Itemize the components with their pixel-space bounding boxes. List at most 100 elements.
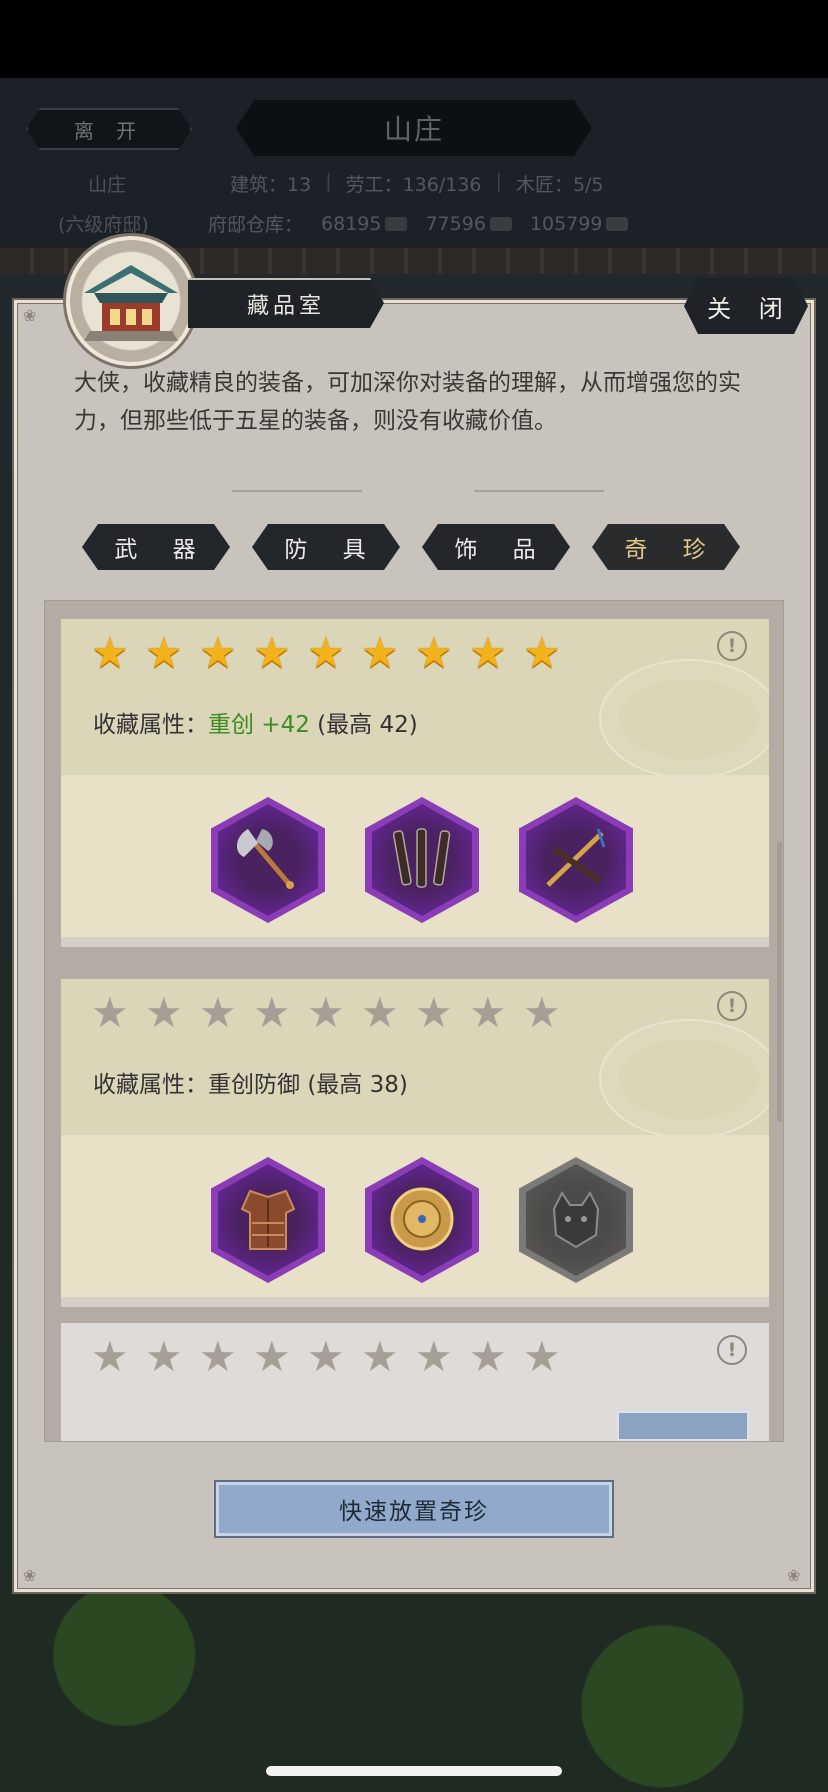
close-button[interactable]: 关 闭 (684, 278, 808, 334)
card-action-button[interactable] (617, 1411, 749, 1441)
estate-name: 山庄 (88, 170, 126, 197)
info-icon[interactable]: ! (717, 1335, 747, 1365)
star-icon: ★ (145, 988, 183, 1037)
collection-attribute: 收藏属性：重创防御 (最高 38) (93, 1065, 408, 1099)
attr-prefix: 收藏属性： (93, 1072, 208, 1098)
armor-icon (240, 1189, 296, 1250)
star-icon: ★ (361, 988, 399, 1037)
star-rating: ★ ★ ★ ★ ★ ★ ★ ★ ★ (91, 988, 561, 1037)
list-scrollbar[interactable] (777, 842, 782, 1122)
storehouse-label: 府邸仓库： (208, 214, 304, 236)
item-slot[interactable] (211, 797, 325, 923)
collection-card-header: ★ ★ ★ ★ ★ ★ ★ ★ ★ ! 收藏属性：重创防御 (最高 38) (61, 979, 769, 1135)
stone-icon (606, 217, 629, 231)
attr-value: 重创防御 (208, 1072, 300, 1098)
corner-ornament: ❀ (23, 306, 37, 325)
iron-icon (489, 217, 512, 231)
item-slot[interactable] (365, 797, 479, 923)
star-icon: ★ (469, 988, 507, 1037)
star-icon: ★ (307, 628, 345, 677)
tab-accessories[interactable]: 饰 品 (422, 524, 570, 570)
crossed-swords-icon (546, 828, 606, 887)
storehouse-resources: 府邸仓库： 68195 77596 105799 (208, 210, 629, 237)
attr-max: (最高 38) (307, 1072, 408, 1098)
star-icon: ★ (415, 1332, 453, 1381)
corner-ornament: ❀ (23, 1566, 37, 1585)
divider-ornament (474, 478, 604, 492)
estate-level: (六级府邸) (58, 210, 149, 237)
star-icon: ★ (361, 1332, 399, 1381)
star-icon: ★ (199, 988, 237, 1037)
star-icon: ★ (91, 988, 129, 1037)
star-icon: ★ (415, 988, 453, 1037)
star-icon: ★ (145, 1332, 183, 1381)
star-icon: ★ (523, 988, 561, 1037)
nunchaku-icon (392, 828, 451, 888)
corner-ornament: ❀ (787, 1566, 801, 1585)
collection-card: ★ ★ ★ ★ ★ ★ ★ ★ ★ ! 收藏属性：重创防御 (最高 38) (61, 979, 769, 1307)
stat-carpenters: 木匠：5/5 (515, 174, 604, 196)
attr-max: (最高 42) (317, 712, 418, 738)
collection-list[interactable]: ★ ★ ★ ★ ★ ★ ★ ★ ★ ! 收藏属性：重创 +42 (最高 42) (44, 600, 784, 1442)
star-icon: ★ (523, 1332, 561, 1381)
tab-treasures[interactable]: 奇 珍 (592, 524, 740, 570)
star-icon: ★ (199, 1332, 237, 1381)
estate-level-label: (六级府邸) (58, 214, 149, 236)
collection-card-header: ★ ★ ★ ★ ★ ★ ★ ★ ★ ! 收藏属性：重创 +42 (最高 42) (61, 619, 769, 775)
star-rating: ★ ★ ★ ★ ★ ★ ★ ★ ★ (91, 628, 561, 677)
building-icon (66, 236, 196, 366)
home-indicator[interactable] (266, 1766, 562, 1776)
collection-card: ★ ★ ★ ★ ★ ★ ★ ★ ★ ! 收藏属性：重创 +42 (最高 42) (61, 619, 769, 947)
collection-card-items (61, 1135, 769, 1307)
medallion-icon (390, 1187, 454, 1251)
tab-weapons[interactable]: 武 器 (82, 524, 230, 570)
stat-separator: | (325, 170, 332, 192)
divider-ornament (232, 478, 362, 492)
info-icon[interactable]: ! (717, 991, 747, 1021)
resource-wood: 68195 (321, 213, 408, 235)
attr-value: 重创 +42 (208, 712, 310, 738)
leave-button[interactable]: 离 开 (26, 108, 192, 150)
star-icon: ★ (91, 628, 129, 677)
wood-icon (385, 217, 408, 231)
collection-card-items (61, 775, 769, 947)
star-icon: ★ (307, 1332, 345, 1381)
star-icon: ★ (307, 988, 345, 1037)
item-slot[interactable] (519, 1157, 633, 1283)
star-icon: ★ (253, 988, 291, 1037)
attr-prefix: 收藏属性： (93, 712, 208, 738)
collection-attribute: 收藏属性：重创 +42 (最高 42) (93, 705, 418, 739)
estate-stats: 建筑：13 | 劳工：136/136 | 木匠：5/5 (230, 170, 604, 197)
flower-pattern (599, 659, 769, 775)
item-slot[interactable] (519, 797, 633, 923)
beast-helmet-icon (552, 1191, 600, 1249)
star-icon: ★ (361, 628, 399, 677)
star-icon: ★ (469, 1332, 507, 1381)
star-icon: ★ (199, 628, 237, 677)
star-icon: ★ (145, 628, 183, 677)
star-icon: ★ (253, 628, 291, 677)
dialog-title: 藏品室 (188, 278, 384, 328)
stat-labor: 劳工：136/136 (345, 174, 482, 196)
dialog-description: 大侠，收藏精良的装备，可加深你对装备的理解，从而增强您的实力，但那些低于五星的装… (74, 370, 741, 434)
estate-name-label: 山庄 (88, 174, 127, 196)
stat-separator: | (495, 170, 502, 192)
star-rating: ★ ★ ★ ★ ★ ★ ★ ★ ★ (91, 1332, 561, 1381)
tab-armor[interactable]: 防 具 (252, 524, 400, 570)
star-icon: ★ (523, 628, 561, 677)
resource-stone: 105799 (530, 213, 629, 235)
stat-buildings: 建筑：13 (230, 174, 312, 196)
star-icon: ★ (253, 1332, 291, 1381)
star-icon: ★ (91, 1332, 129, 1381)
star-icon: ★ (415, 628, 453, 677)
star-icon: ★ (469, 628, 507, 677)
quick-place-button[interactable]: 快速放置奇珍 (214, 1480, 614, 1538)
status-bar (0, 0, 828, 78)
item-slot[interactable] (365, 1157, 479, 1283)
item-slot[interactable] (211, 1157, 325, 1283)
info-icon[interactable]: ! (717, 631, 747, 661)
flower-pattern (599, 1019, 769, 1135)
resource-iron: 77596 (425, 213, 512, 235)
estate-title: 山庄 (236, 100, 592, 156)
collection-card: ★ ★ ★ ★ ★ ★ ★ ★ ★ ! (61, 1323, 769, 1441)
